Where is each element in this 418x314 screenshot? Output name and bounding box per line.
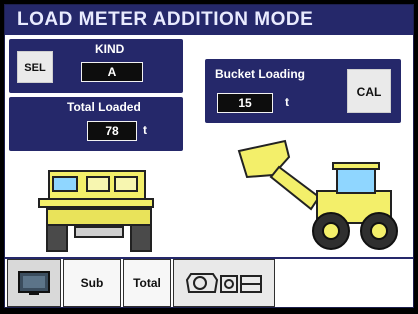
dump-truck-illustration	[38, 170, 154, 252]
bucket-loading-panel: Bucket Loading 15 t CAL	[205, 59, 401, 123]
sub-tab-label: Sub	[80, 276, 104, 290]
load-meter-screen: LOAD METER ADDITION MODE SEL KIND A Tota…	[4, 4, 414, 308]
machine-diagram-icon	[185, 273, 262, 293]
total-loaded-label: Total Loaded	[67, 100, 141, 114]
kind-panel: SEL KIND A	[9, 39, 183, 93]
total-tab-label: Total	[133, 276, 161, 290]
bucket-loading-label: Bucket Loading	[215, 67, 306, 81]
total-loaded-panel: Total Loaded 78 t	[9, 97, 183, 151]
total-loaded-unit: t	[143, 123, 147, 137]
cal-button[interactable]: CAL	[347, 69, 391, 113]
screen-tab[interactable]	[7, 259, 61, 307]
machine-tab[interactable]	[173, 259, 275, 307]
kind-label: KIND	[95, 42, 125, 56]
total-loaded-value: 78	[87, 121, 137, 141]
bottom-tab-bar: Sub Total	[5, 257, 413, 307]
monitor-icon	[18, 271, 50, 295]
wheel-loader-illustration	[237, 139, 398, 250]
bucket-loading-value: 15	[217, 93, 273, 113]
kind-value: A	[81, 62, 143, 82]
sel-button[interactable]: SEL	[17, 51, 53, 83]
page-title: LOAD METER ADDITION MODE	[5, 5, 413, 35]
total-tab[interactable]: Total	[123, 259, 171, 307]
sub-tab[interactable]: Sub	[63, 259, 121, 307]
bucket-loading-unit: t	[285, 95, 289, 109]
